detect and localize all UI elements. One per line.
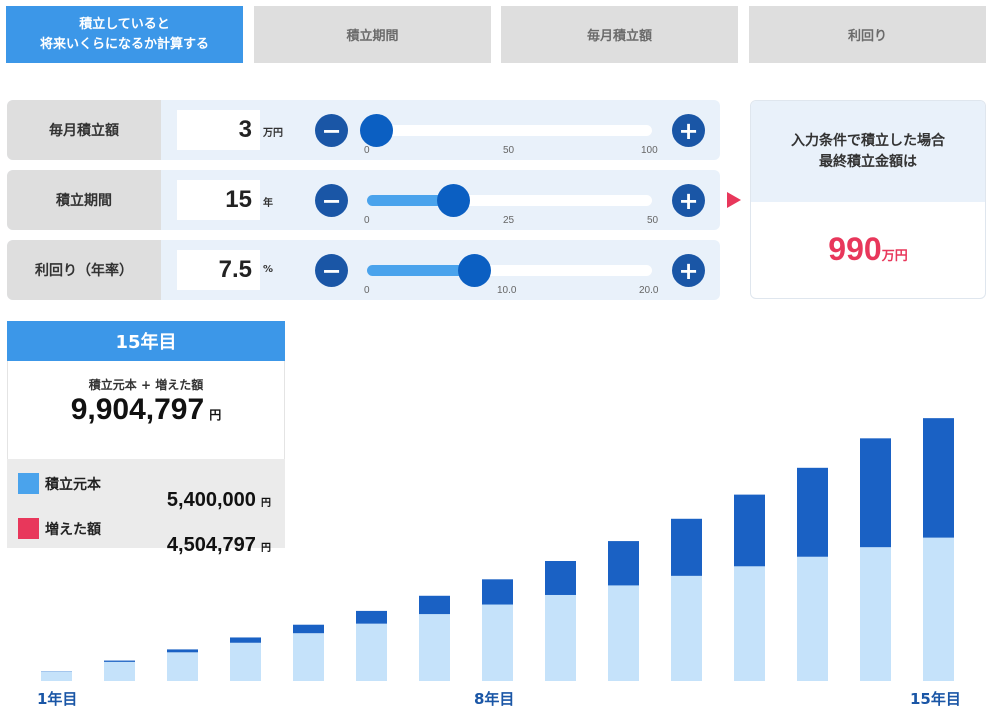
bar-principal-3: [167, 652, 198, 681]
minus-icon: −: [321, 256, 342, 285]
slider-tick: 20.0: [639, 285, 659, 296]
plus-icon: +: [678, 256, 699, 285]
bar-gain-5: [293, 624, 324, 634]
period-label: 積立期間: [7, 170, 161, 230]
bar-principal-9: [545, 594, 576, 681]
x-axis-label-first: 1年目: [37, 690, 78, 708]
arrow-right-icon: [727, 192, 741, 208]
monthly-amount-unit: 万円: [263, 128, 283, 139]
x-axis-label-middle: 8年目: [474, 690, 515, 708]
monthly-amount-plus-button[interactable]: +: [672, 114, 705, 147]
minus-icon: −: [321, 186, 342, 215]
bar-gain-15: [923, 418, 954, 538]
monthly-amount-row: 毎月積立額 3 万円 − + 0 50 100: [7, 100, 720, 160]
minus-icon: −: [321, 116, 342, 145]
bar-principal-12: [734, 566, 765, 681]
result-heading-line2: 最終積立金額は: [819, 153, 917, 170]
bar-principal-5: [293, 633, 324, 681]
slider-tick: 100: [641, 145, 658, 156]
monthly-amount-minus-button[interactable]: −: [315, 114, 348, 147]
slider-tick: 0: [364, 145, 370, 156]
yield-plus-button[interactable]: +: [672, 254, 705, 287]
tab-yield-label: 利回り: [847, 29, 887, 44]
monthly-amount-slider[interactable]: [367, 125, 652, 136]
period-input[interactable]: 15: [177, 180, 260, 220]
monthly-amount-input[interactable]: 3: [177, 110, 260, 150]
slider-tick: 50: [647, 215, 659, 226]
bar-principal-8: [482, 604, 513, 681]
slider-tick: 0: [364, 285, 370, 296]
bar-gain-4: [230, 637, 261, 643]
bar-gain-3: [167, 649, 198, 653]
tab-monthly-amount[interactable]: 毎月積立額: [501, 6, 738, 63]
tab-monthly-amount-label: 毎月積立額: [586, 29, 652, 44]
bar-principal-4: [230, 642, 261, 681]
result-heading-line1: 入力条件で積立した場合: [791, 132, 945, 149]
bar-gain-10: [608, 541, 639, 586]
bar-gain-8: [482, 579, 513, 605]
result-value: 990万円: [751, 231, 985, 268]
slider-tick: 25: [503, 215, 515, 226]
period-unit: 年: [263, 198, 273, 209]
bar-principal-7: [419, 614, 450, 681]
bar-principal-10: [608, 585, 639, 681]
period-row: 積立期間 15 年 − + 0 25 50: [7, 170, 720, 230]
bar-principal-11: [671, 575, 702, 681]
yield-minus-button[interactable]: −: [315, 254, 348, 287]
bar-gain-14: [860, 438, 891, 548]
bar-gain-13: [797, 467, 828, 557]
slider-tick: 0: [364, 215, 370, 226]
tab-simulation-line1: 積立していると: [79, 16, 170, 32]
tab-yield[interactable]: 利回り: [749, 6, 986, 63]
accumulation-bar-chart: [41, 418, 954, 681]
monthly-amount-slider-thumb[interactable]: [359, 114, 393, 147]
bar-gain-2: [104, 660, 135, 662]
tab-period[interactable]: 積立期間: [254, 6, 491, 63]
plus-icon: +: [678, 186, 699, 215]
tab-simulation[interactable]: 積立していると 将来いくらになるか計算する: [6, 6, 243, 63]
result-heading: 入力条件で積立した場合 最終積立金額は: [751, 101, 985, 202]
tab-period-label: 積立期間: [346, 29, 399, 44]
yield-row: 利回り（年率） 7.5 % − + 0 10.0 20.0: [7, 240, 720, 300]
period-slider[interactable]: [367, 195, 652, 206]
bar-principal-6: [356, 623, 387, 681]
bar-principal-2: [104, 661, 135, 681]
bar-principal-1: [41, 671, 72, 681]
result-amount: 990: [828, 231, 882, 267]
bar-principal-14: [860, 547, 891, 681]
period-plus-button[interactable]: +: [672, 184, 705, 217]
result-panel: 入力条件で積立した場合 最終積立金額は 990万円: [750, 100, 986, 299]
bar-gain-6: [356, 610, 387, 624]
plus-icon: +: [678, 116, 699, 145]
bar-principal-15: [923, 537, 954, 681]
yield-slider[interactable]: [367, 265, 652, 276]
slider-tick: 50: [503, 145, 515, 156]
result-unit: 万円: [881, 249, 908, 264]
bar-gain-9: [545, 560, 576, 595]
bar-principal-13: [797, 556, 828, 681]
monthly-amount-label: 毎月積立額: [7, 100, 161, 160]
yield-input[interactable]: 7.5: [177, 250, 260, 290]
slider-tick: 10.0: [497, 285, 517, 296]
yield-label: 利回り（年率）: [7, 240, 161, 300]
yield-unit: %: [263, 264, 274, 275]
yield-slider-thumb[interactable]: [457, 254, 491, 287]
x-axis-label-last: 15年目: [910, 690, 961, 708]
bar-gain-7: [419, 595, 450, 615]
bar-gain-12: [734, 494, 765, 567]
bar-gain-11: [671, 518, 702, 576]
tab-simulation-line2: 将来いくらになるか計算する: [39, 36, 209, 52]
period-slider-thumb[interactable]: [436, 184, 470, 217]
period-minus-button[interactable]: −: [315, 184, 348, 217]
